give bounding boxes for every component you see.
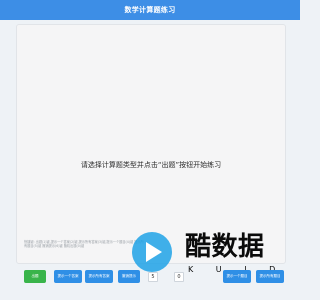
count-input-1[interactable]: 5 [148,272,158,282]
show-all-answers-button[interactable]: 提示所有答案 [85,270,113,283]
empty-state-prompt: 请选择计算题类型并点击“出题”按钮开始练习 [80,161,222,169]
count-input-2[interactable]: 0 [174,272,184,282]
undo-hint-button[interactable]: 撤销提示 [118,270,140,283]
app-header: 数学计算题练习 [0,0,300,20]
play-triangle-icon [146,242,162,262]
watermark-text: 酷数据 [185,232,265,262]
play-icon [132,232,172,272]
show-one-question-button[interactable]: 提示一个题目 [223,270,251,283]
generate-button[interactable]: 出题 [24,270,46,283]
page-title: 数学计算题练习 [124,6,176,14]
action-toolbar: 出题 提示一个答案 提示所有答案 撤销提示 5 0 提示一个题目 提示所有题目 [24,270,286,286]
show-one-answer-button[interactable]: 提示一个答案 [54,270,82,283]
show-all-questions-button[interactable]: 提示所有题目 [256,270,284,283]
shortcut-hint: 快捷键: 出题(1)键,提示一个答案(2)键,提示所有答案(3)键,提示一个题目… [24,240,144,249]
